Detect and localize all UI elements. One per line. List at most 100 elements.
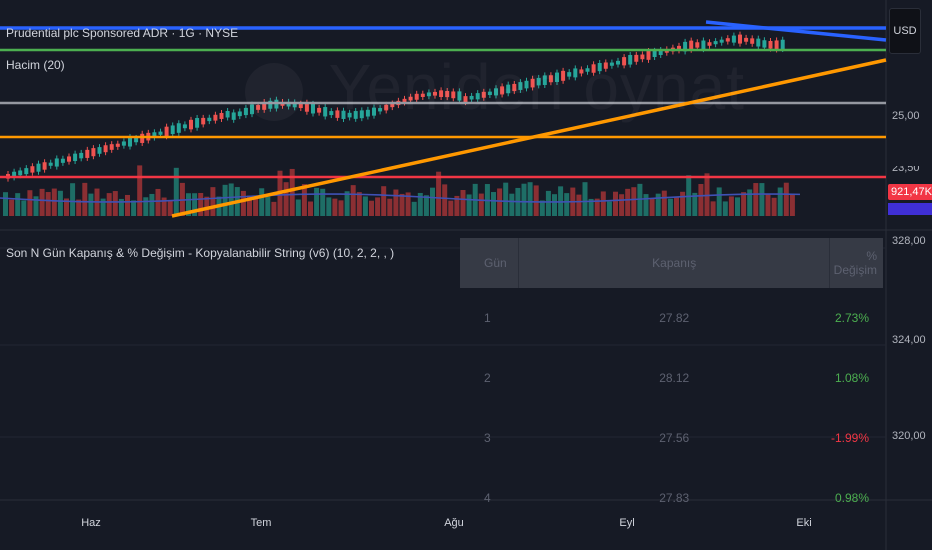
candle-body <box>109 144 114 150</box>
volume-bar <box>3 192 8 216</box>
volume-bar <box>533 185 539 216</box>
volume-bar <box>771 197 777 216</box>
volume-bar <box>9 199 15 216</box>
table-row: 3 27.56 -1.99% <box>460 408 883 468</box>
candle-body <box>48 162 53 166</box>
table-row: 1 27.82 2.73% <box>460 288 883 348</box>
candle-body <box>780 39 785 50</box>
time-label-haz: Haz <box>81 517 101 529</box>
volume-bar <box>759 183 765 216</box>
row-close: 28.12 <box>659 371 690 385</box>
candle-body <box>738 34 742 44</box>
volume-bar <box>613 191 618 216</box>
row-close: 27.82 <box>659 311 690 325</box>
volume-bar <box>381 186 387 216</box>
volume-bar <box>259 188 265 216</box>
volume-bar <box>326 197 332 216</box>
volume-bar <box>265 196 271 216</box>
volume-bar <box>649 198 655 216</box>
candle-body <box>695 42 700 48</box>
volume-bar <box>478 193 484 216</box>
volume-legend[interactable]: Hacim (20) <box>6 58 65 72</box>
candle-body <box>170 125 175 135</box>
candle-body <box>67 156 71 162</box>
volume-bar <box>240 190 246 216</box>
candle-body <box>719 39 724 43</box>
candle-body <box>750 38 755 44</box>
time-label-tem: Tem <box>250 517 272 529</box>
candle-body <box>231 112 236 120</box>
volume-bar <box>674 196 679 216</box>
row-close: 27.56 <box>659 431 690 445</box>
indicator-scale-320: 320,00 <box>892 430 926 442</box>
volume-bar <box>283 182 289 216</box>
volume-bar <box>527 182 533 216</box>
volume-bar <box>728 196 734 216</box>
volume-bar <box>655 193 661 216</box>
time-label-eki: Eki <box>796 517 812 529</box>
row-day: 3 <box>484 431 491 445</box>
volume-bar <box>411 201 417 216</box>
volume-bar <box>606 201 612 216</box>
volume-bar <box>125 194 130 216</box>
volume-bar <box>765 193 771 216</box>
candle-body <box>207 117 212 122</box>
volume-bar <box>576 194 582 216</box>
volume-bar <box>430 187 435 216</box>
candle-body <box>134 137 139 143</box>
volume-bar <box>314 187 320 216</box>
volume-bar <box>582 182 588 216</box>
symbol-title[interactable]: Prudential plc Sponsored ADR · 1G · NYSE <box>6 26 238 40</box>
volume-bar <box>308 201 313 216</box>
row-change: 1.08% <box>834 371 869 385</box>
candle-body <box>128 137 132 147</box>
indicator-scale-324: 324,00 <box>892 334 926 346</box>
volume-bar <box>210 187 216 216</box>
volume-badge: 921,47K <box>888 184 932 200</box>
volume-bar <box>399 193 405 216</box>
volume-bar <box>375 197 381 216</box>
volume-bar <box>137 165 143 216</box>
candle-body <box>689 40 694 50</box>
row-close: 27.83 <box>659 491 690 505</box>
header-change: % Değişim <box>833 249 877 277</box>
volume-bar <box>332 198 338 216</box>
row-day: 2 <box>484 371 491 385</box>
header-close: Kapanış <box>518 238 831 288</box>
candle-body <box>713 41 718 45</box>
volume-bar <box>710 201 716 216</box>
volume-bar <box>155 188 161 216</box>
volume-bar <box>545 190 551 216</box>
volume-bar <box>271 201 277 216</box>
volume-bar <box>167 200 173 216</box>
price-label-25: 25,00 <box>892 110 920 122</box>
table-row: 2 28.12 1.08% <box>460 348 883 408</box>
indicator-title[interactable]: Son N Gün Kapanış & % Değişim - Kopyalan… <box>6 246 394 260</box>
volume-bar <box>131 200 137 216</box>
candle-body <box>164 126 169 137</box>
candle-body <box>201 117 206 125</box>
replay-watermark: Yeniden oynat <box>245 50 745 124</box>
last-n-days-table: Gün Kapanış % Değişim 1 27.82 2.73% 2 28… <box>460 238 883 528</box>
volume-bar <box>338 200 344 216</box>
volume-bar <box>783 182 789 216</box>
replay-icon <box>245 63 303 122</box>
time-label-agu: Ağu <box>444 517 464 529</box>
volume-bar <box>789 194 795 216</box>
volume-bar <box>436 171 442 216</box>
row-day: 1 <box>484 311 491 325</box>
volume-bar <box>503 182 509 216</box>
volume-bar <box>722 201 728 216</box>
time-label-eyl: Eyl <box>619 517 635 529</box>
volume-bar <box>387 198 393 216</box>
volume-bar <box>198 192 204 216</box>
table-header-row: Gün Kapanış % Değişim <box>460 238 883 288</box>
price-label-23-5-text: 23,50 <box>892 166 920 174</box>
volume-bar <box>600 191 606 216</box>
currency-button[interactable]: USD <box>889 8 921 54</box>
volume-bar <box>625 188 631 216</box>
volume-bar <box>491 192 496 216</box>
price-label-23-5: 23,50 <box>892 166 920 175</box>
candle-body <box>103 145 108 153</box>
watermark-text: Yeniden oynat <box>329 51 745 123</box>
